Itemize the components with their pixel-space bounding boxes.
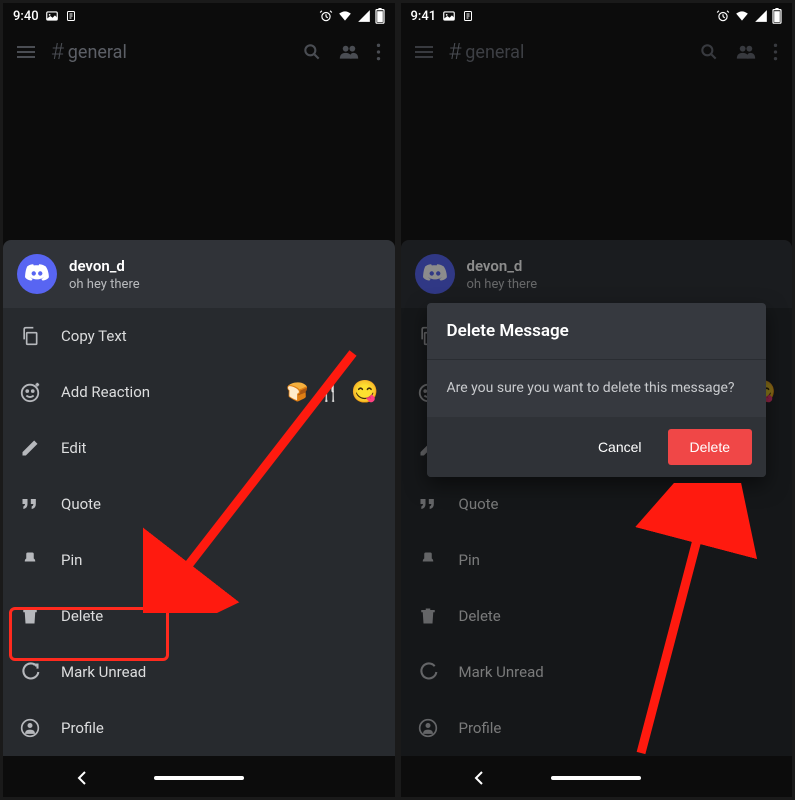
pin-item[interactable]: Pin: [3, 532, 395, 588]
menu-icon: [415, 46, 433, 58]
item-label: Profile: [459, 719, 502, 737]
pin-icon: [19, 549, 41, 571]
item-label: Pin: [61, 551, 82, 569]
wifi-icon: [734, 9, 750, 23]
search-icon: [699, 42, 719, 62]
cancel-button[interactable]: Cancel: [580, 429, 660, 465]
message-text: oh hey there: [467, 277, 538, 292]
delete-dialog: Delete Message Are you sure you want to …: [427, 303, 767, 477]
avatar: [415, 254, 455, 294]
alarm-icon: [319, 9, 333, 23]
unread-icon: [19, 661, 41, 683]
item-label: Mark Unread: [459, 663, 544, 681]
item-label: Quote: [459, 495, 499, 513]
signal-icon: [754, 9, 768, 23]
channel-label: general: [68, 42, 127, 63]
item-label: Delete: [459, 607, 501, 625]
item-label: Pin: [459, 551, 480, 569]
menu-icon[interactable]: [17, 46, 35, 58]
quote-item: Quote: [401, 476, 793, 532]
hash-icon: #: [449, 40, 462, 65]
item-label: Edit: [61, 439, 86, 457]
pin-icon: [417, 549, 439, 571]
context-menu: Copy Text Add Reaction 🍞 🍴 😋 Edit Quote …: [3, 308, 395, 756]
clock: 9:41: [411, 9, 437, 24]
copy-icon: [19, 325, 41, 347]
nav-bar: [401, 765, 793, 791]
quote-item[interactable]: Quote: [3, 476, 395, 532]
edit-icon: [19, 437, 41, 459]
avatar: [17, 254, 57, 294]
username: devon_d: [69, 257, 140, 275]
more-icon: [773, 42, 778, 62]
profile-item: Profile: [401, 700, 793, 756]
image-icon: [442, 9, 456, 23]
home-handle[interactable]: [154, 776, 244, 780]
mark-unread-item: Mark Unread: [401, 644, 793, 700]
home-handle[interactable]: [551, 776, 641, 780]
doc-icon: [462, 9, 474, 23]
back-icon[interactable]: [473, 771, 485, 785]
back-icon[interactable]: [76, 771, 88, 785]
item-label: Profile: [61, 719, 104, 737]
trash-icon: [417, 605, 439, 627]
dialog-actions: Cancel Delete: [427, 417, 767, 477]
bread-emoji[interactable]: 🍞: [286, 382, 308, 403]
message-header: devon_d oh hey there: [401, 240, 793, 308]
delete-item: Delete: [401, 588, 793, 644]
item-label: Quote: [61, 495, 101, 513]
profile-icon: [19, 717, 41, 739]
channel-name: # general: [449, 40, 684, 65]
channel-label: general: [465, 42, 524, 63]
members-icon[interactable]: [338, 42, 360, 62]
mark-unread-item[interactable]: Mark Unread: [3, 644, 395, 700]
quote-icon: [19, 493, 41, 515]
screen-left: 9:40 # general devon_d oh hey there: [3, 3, 395, 797]
hash-icon: #: [51, 40, 64, 65]
dialog-title: Delete Message: [427, 303, 767, 360]
alarm-icon: [716, 9, 730, 23]
unread-icon: [417, 661, 439, 683]
wifi-icon: [337, 9, 353, 23]
message-header: devon_d oh hey there: [3, 240, 395, 308]
item-label: Add Reaction: [61, 383, 150, 401]
clock: 9:40: [13, 9, 39, 24]
fork-emoji[interactable]: 🍴: [319, 382, 341, 403]
battery-icon: [375, 8, 385, 24]
status-bar: 9:40: [3, 3, 395, 29]
quote-icon: [417, 493, 439, 515]
dialog-body: Are you sure you want to delete this mes…: [427, 360, 767, 417]
more-icon[interactable]: [376, 42, 381, 62]
app-topbar: # general: [3, 29, 395, 75]
edit-item[interactable]: Edit: [3, 420, 395, 476]
search-icon[interactable]: [302, 42, 322, 62]
channel-name[interactable]: # general: [51, 40, 286, 65]
status-bar: 9:41: [401, 3, 793, 29]
username: devon_d: [467, 257, 538, 275]
profile-icon: [417, 717, 439, 739]
profile-item[interactable]: Profile: [3, 700, 395, 756]
message-text: oh hey there: [69, 277, 140, 292]
nav-bar: [3, 765, 395, 791]
delete-button[interactable]: Delete: [668, 429, 752, 465]
signal-icon: [357, 9, 371, 23]
image-icon: [45, 9, 59, 23]
reaction-icon: [19, 381, 41, 403]
trash-icon: [19, 605, 41, 627]
app-topbar: # general: [401, 29, 793, 75]
add-reaction-item[interactable]: Add Reaction 🍞 🍴 😋: [3, 364, 395, 420]
item-label: Mark Unread: [61, 663, 146, 681]
copy-text-item[interactable]: Copy Text: [3, 308, 395, 364]
screen-right: 9:41 # general devon_d oh hey there: [401, 3, 793, 797]
members-icon: [735, 42, 757, 62]
doc-icon: [65, 9, 77, 23]
item-label: Delete: [61, 607, 103, 625]
yum-emoji[interactable]: 😋: [351, 380, 378, 405]
battery-icon: [772, 8, 782, 24]
item-label: Copy Text: [61, 327, 127, 345]
delete-item[interactable]: Delete: [3, 588, 395, 644]
pin-item: Pin: [401, 532, 793, 588]
